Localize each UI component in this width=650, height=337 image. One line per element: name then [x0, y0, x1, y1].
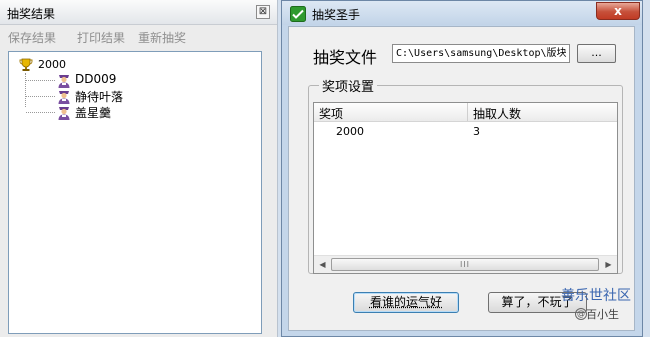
person-icon: [58, 75, 70, 88]
lottery-file-label: 抽奖文件: [313, 48, 378, 67]
lottery-file-path-input[interactable]: C:\Users\samsung\Desktop\版块: [392, 44, 570, 63]
column-header-label: 奖项: [319, 107, 344, 121]
watermark-forum: 善乐世社区: [561, 288, 631, 304]
browse-button[interactable]: ...: [577, 44, 616, 63]
person-icon: [58, 107, 70, 120]
prize-settings-title: 奖项设置: [319, 76, 378, 95]
app-logo-icon: [290, 6, 306, 22]
tree-root-label: 2000: [38, 58, 66, 71]
tree-item[interactable]: 盖星羹: [26, 104, 226, 120]
prize-cell: 2000: [336, 125, 364, 138]
table-row[interactable]: 2000 3: [314, 123, 617, 140]
dialog-title: 抽奖圣手: [312, 8, 361, 22]
tree-item[interactable]: DD009: [26, 72, 226, 88]
dialog-titlebar[interactable]: 抽奖圣手 x: [282, 1, 642, 25]
prize-list[interactable]: 奖项 抽取人数 2000 3 ◀ III ▶: [313, 102, 618, 274]
tree-connector: [26, 80, 55, 81]
tree-item-label: DD009: [75, 72, 117, 86]
person-icon: [58, 91, 70, 104]
scroll-thumb[interactable]: III: [331, 258, 599, 271]
save-results-button[interactable]: 保存结果: [8, 29, 56, 46]
tree-connector: [26, 112, 55, 113]
trophy-icon: [19, 58, 33, 71]
close-icon[interactable]: ⊠: [256, 5, 270, 19]
column-header-count[interactable]: 抽取人数: [468, 103, 616, 121]
count-cell: 3: [473, 125, 480, 138]
results-panel-title: 抽奖结果: [7, 7, 56, 21]
results-panel-titlebar: 抽奖结果 ⊠: [0, 0, 277, 25]
tree-item[interactable]: 静待叶落: [26, 88, 226, 104]
redraw-button[interactable]: 重新抽奖: [138, 29, 186, 46]
watermark-user: 百小生: [586, 308, 619, 321]
print-results-button[interactable]: 打印结果: [77, 29, 125, 46]
column-header-label: 抽取人数: [473, 107, 522, 121]
draw-lucky-label: 看谁的运气好: [369, 295, 442, 309]
close-button[interactable]: x: [596, 2, 640, 20]
tree-item-label: 盖星羹: [75, 106, 112, 120]
tree-item-label: 静待叶落: [75, 90, 124, 104]
horizontal-scrollbar[interactable]: ◀ III ▶: [314, 255, 617, 273]
scroll-right-icon[interactable]: ▶: [601, 259, 616, 270]
results-panel: 抽奖结果 ⊠ 保存结果 打印结果 重新抽奖 2000 DD009 静待叶落 盖星…: [0, 0, 278, 337]
scroll-left-icon[interactable]: ◀: [315, 259, 330, 270]
prize-list-header: 奖项 抽取人数: [314, 103, 617, 122]
results-tree[interactable]: 2000 DD009 静待叶落 盖星羹: [8, 51, 262, 334]
results-toolbar: 保存结果 打印结果 重新抽奖: [0, 26, 277, 46]
tree-connector: [26, 96, 55, 97]
column-header-prize[interactable]: 奖项: [314, 103, 468, 121]
draw-lucky-button[interactable]: 看谁的运气好: [353, 292, 459, 313]
